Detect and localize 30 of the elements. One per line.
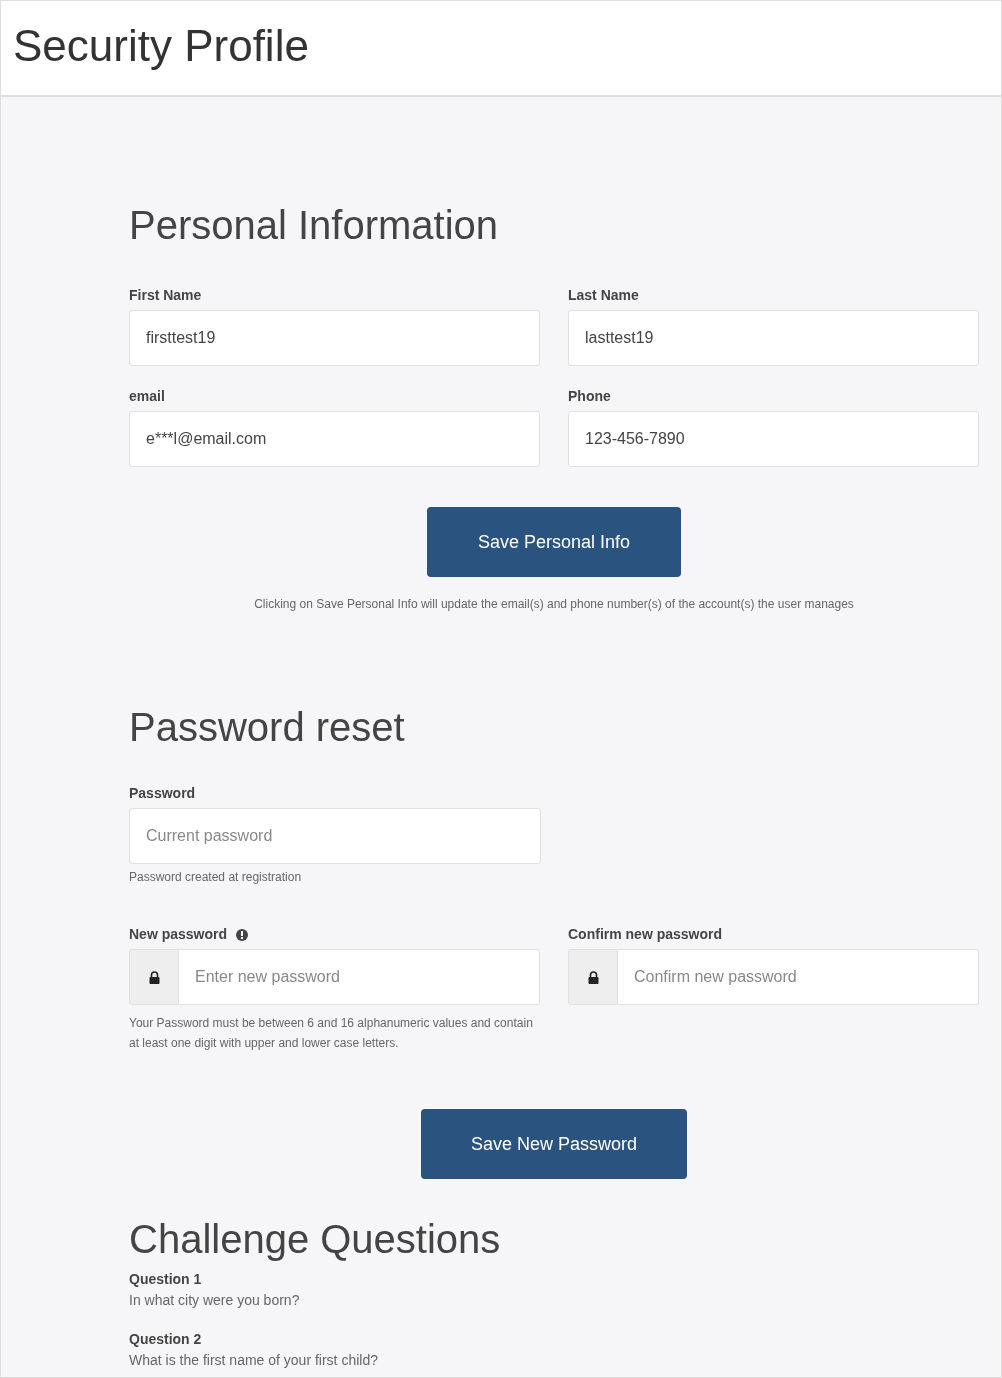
question-text: In what city were you born? <box>129 1291 301 1310</box>
section-heading: Password reset <box>129 704 406 751</box>
question-label: Question 1 <box>129 1270 203 1289</box>
info-icon[interactable] <box>235 927 250 942</box>
save-new-password-button[interactable]: Save New Password <box>421 1109 687 1179</box>
section-heading: Personal Information <box>129 202 500 249</box>
input-field[interactable]: 123-456-7890 <box>568 411 979 467</box>
input-field[interactable]: lasttest19 <box>568 310 979 366</box>
field-label: Confirm new password <box>568 925 724 944</box>
question-text: What is the first name of your first child? <box>129 1351 379 1370</box>
field-label: Phone <box>568 387 612 406</box>
save-personal-info-button[interactable]: Save Personal Info <box>427 507 681 577</box>
help-text: Your Password must be between 6 and 16 alphanumeric values and contain at least one digit with upper and lower case letters. <box>129 1015 534 1052</box>
question-label: Question 2 <box>129 1330 203 1349</box>
input-field[interactable]: Current password <box>129 808 541 864</box>
field-label: New password <box>129 925 228 944</box>
page-title: Security Profile <box>13 20 310 72</box>
section-heading: Challenge Questions <box>129 1216 502 1263</box>
info-note: Clicking on Save Personal Info will update the email(s) and phone number(s) of the account(s) the user manages <box>253 596 855 613</box>
field-label: Last Name <box>568 286 640 305</box>
password-field[interactable]: Enter new password <box>179 949 540 1005</box>
input-field[interactable]: firsttest19 <box>129 310 540 366</box>
field-label: email <box>129 387 166 406</box>
field-label: First Name <box>129 286 203 305</box>
field-label: Password <box>129 784 197 803</box>
lock-icon <box>587 970 599 984</box>
input-field[interactable]: e***l@email.com <box>129 411 540 467</box>
lock-icon <box>148 970 160 984</box>
password-field[interactable]: Confirm new password <box>618 949 979 1005</box>
help-text: Password created at registration <box>129 869 303 886</box>
